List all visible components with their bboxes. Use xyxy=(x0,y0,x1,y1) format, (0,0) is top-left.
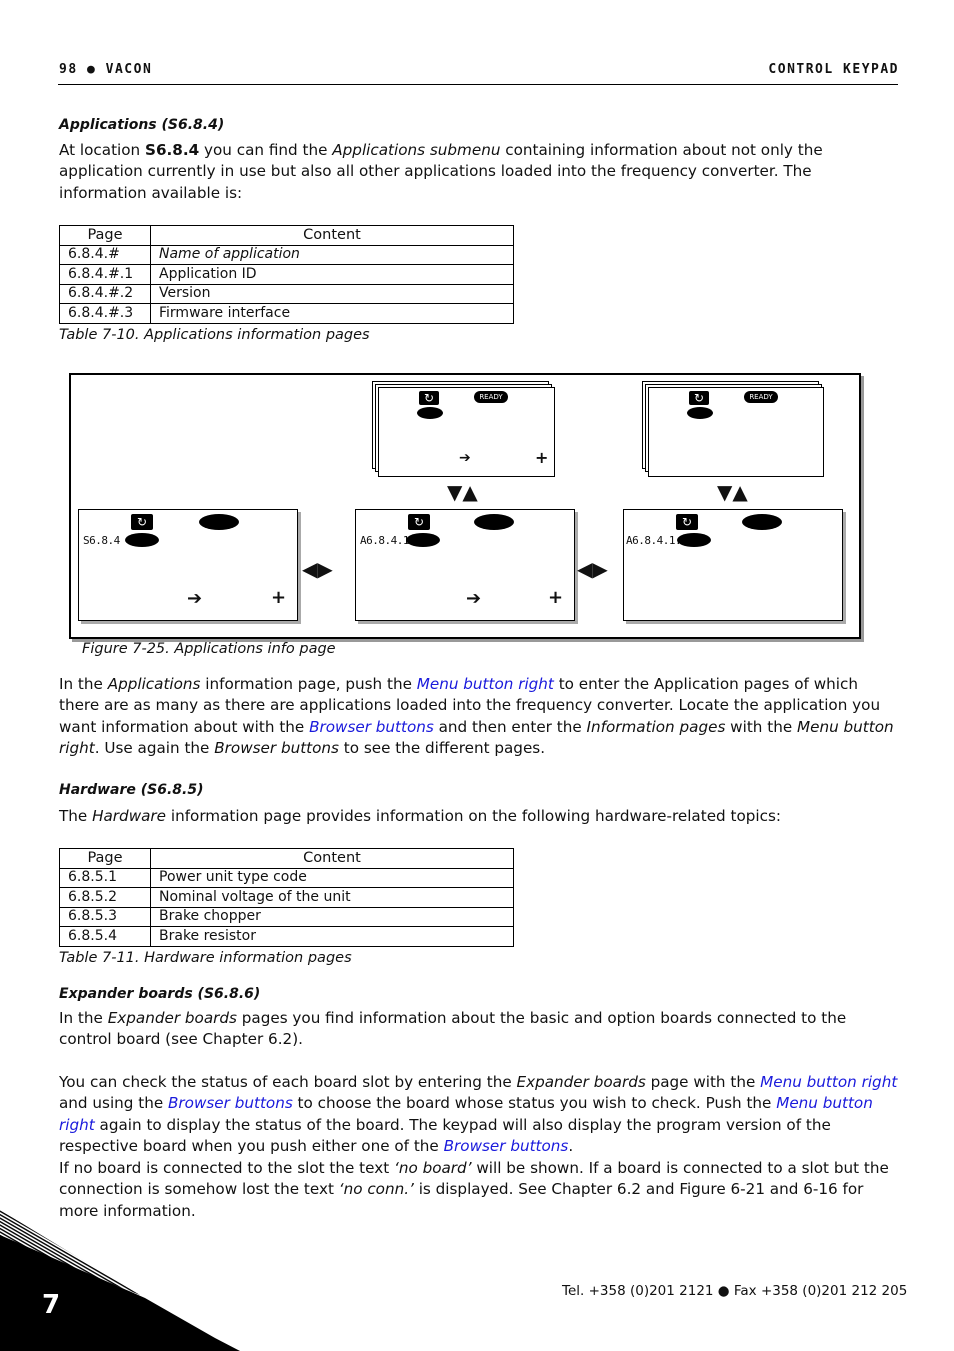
chapter-number: 7 xyxy=(42,1290,61,1320)
cell-content: Brake resistor xyxy=(150,926,514,947)
figure-caption: Figure 7-25. Applications info page xyxy=(82,641,336,657)
cell-content: Brake chopper xyxy=(150,906,514,927)
table-header-row: Page Content xyxy=(59,848,514,869)
expander-paragraph-1: In the Expander boards pages you find in… xyxy=(59,1009,847,1049)
table-row: 6.8.5.1 Power unit type code xyxy=(59,867,514,888)
cell-page: 6.8.4.#.1 xyxy=(59,264,151,285)
table-row: 6.8.5.2 Nominal voltage of the unit xyxy=(59,887,514,908)
rotation-icon: ↻ xyxy=(131,514,153,530)
browser-buttons-icon: ▼▲ xyxy=(717,480,748,504)
cell-page: 6.8.4.#.3 xyxy=(59,303,151,324)
table-caption: Table 7-11. Hardware information pages xyxy=(59,950,352,966)
applications-intro: At location S6.8.4 you can find the Appl… xyxy=(59,141,823,202)
cell-page: 6.8.4.#.2 xyxy=(59,283,151,304)
plus-icon: + xyxy=(548,587,564,608)
menu-buttons-icon: ◀▶ xyxy=(302,557,333,581)
column-header-content: Content xyxy=(150,848,514,869)
indicator-blob xyxy=(474,514,514,530)
expander-paragraph-2: You can check the status of each board s… xyxy=(59,1073,898,1155)
link-browser-buttons[interactable]: Browser buttons xyxy=(309,718,434,736)
rotation-icon: ↻ xyxy=(419,391,439,405)
table-row: 6.8.4.# Name of application xyxy=(59,244,514,265)
cell-content: Nominal voltage of the unit xyxy=(150,887,514,908)
screen-stack-front: ↻ READY xyxy=(648,387,824,477)
table-row: 6.8.4.#.3 Firmware interface xyxy=(59,303,514,324)
column-header-page: Page xyxy=(59,225,151,246)
rotation-icon: ↻ xyxy=(408,514,430,530)
screen-stack-front: ↻ READY ➔ + xyxy=(378,387,555,477)
indicator-blob xyxy=(406,533,440,547)
table-row: 6.8.4.#.2 Version xyxy=(59,283,514,304)
rotation-icon: ↻ xyxy=(689,391,709,405)
browser-buttons-icon: ▼▲ xyxy=(447,480,478,504)
indicator-blob xyxy=(417,407,443,419)
cell-content: Power unit type code xyxy=(150,867,514,888)
section-heading-expander-boards: Expander boards (S6.8.6) xyxy=(59,986,261,1002)
running-header-left: 98 ● VACON xyxy=(59,62,153,77)
table-row: 6.8.5.4 Brake resistor xyxy=(59,926,514,947)
indicator-blob xyxy=(687,407,713,419)
column-header-content: Content xyxy=(150,225,514,246)
arrow-right-icon: ➔ xyxy=(459,450,471,466)
link-browser-buttons[interactable]: Browser buttons xyxy=(444,1137,569,1155)
cell-page: 6.8.5.4 xyxy=(59,926,151,947)
link-browser-buttons[interactable]: Browser buttons xyxy=(168,1094,293,1112)
running-header-right: CONTROL KEYPAD xyxy=(768,62,899,77)
plus-icon: + xyxy=(535,448,549,467)
arrow-right-icon: ➔ xyxy=(187,588,203,609)
section-heading-applications: Applications (S6.8.4) xyxy=(59,117,225,133)
ready-indicator: READY xyxy=(474,391,508,403)
header-rule xyxy=(58,84,898,85)
ready-indicator: READY xyxy=(744,391,778,403)
menu-buttons-icon: ◀▶ xyxy=(577,557,608,581)
cell-page: 6.8.5.3 xyxy=(59,906,151,927)
column-header-page: Page xyxy=(59,848,151,869)
menu-code: S6.8.4 xyxy=(83,534,120,547)
keypad-screen-s6-8-4: ↻ S6.8.4 ➔ + xyxy=(78,509,298,621)
menu-code: A6.8.4.1 xyxy=(360,534,409,547)
hardware-table: Page Content 6.8.5.1 Power unit type cod… xyxy=(59,848,514,947)
keypad-screen-a6-8-4-1-1: ↻ A6.8.4.1.1 xyxy=(623,509,843,621)
rotation-icon: ↻ xyxy=(676,514,698,530)
cell-page: 6.8.5.2 xyxy=(59,887,151,908)
section-heading-hardware: Hardware (S6.8.5) xyxy=(59,782,204,798)
link-menu-button-right[interactable]: Menu button right xyxy=(760,1073,897,1091)
cell-content: Name of application xyxy=(150,244,514,265)
indicator-blob xyxy=(199,514,239,530)
indicator-blob xyxy=(125,533,159,547)
keypad-screen-a6-8-4-1: ↻ A6.8.4.1 ➔ + xyxy=(355,509,575,621)
footer-contact: Tel. +358 (0)201 2121 ● Fax +358 (0)201 … xyxy=(562,1283,908,1299)
plus-icon: + xyxy=(271,587,287,608)
chapter-corner-graphic xyxy=(0,1210,240,1351)
table-header-row: Page Content xyxy=(59,225,514,246)
applications-instructions: In the Applications information page, pu… xyxy=(59,675,894,757)
indicator-blob xyxy=(742,514,782,530)
table-row: 6.8.5.3 Brake chopper xyxy=(59,906,514,927)
cell-page: 6.8.4.# xyxy=(59,244,151,265)
hardware-intro: The Hardware information page provides i… xyxy=(59,807,781,825)
applications-table: Page Content 6.8.4.# Name of application… xyxy=(59,225,514,324)
cell-content: Firmware interface xyxy=(150,303,514,324)
arrow-right-icon: ➔ xyxy=(466,588,482,609)
cell-content: Version xyxy=(150,283,514,304)
link-menu-button-right[interactable]: Menu button right xyxy=(417,675,554,693)
cell-page: 6.8.5.1 xyxy=(59,867,151,888)
table-caption: Table 7-10. Applications information pag… xyxy=(59,327,370,343)
cell-content: Application ID xyxy=(150,264,514,285)
indicator-blob xyxy=(677,533,711,547)
table-row: 6.8.4.#.1 Application ID xyxy=(59,264,514,285)
